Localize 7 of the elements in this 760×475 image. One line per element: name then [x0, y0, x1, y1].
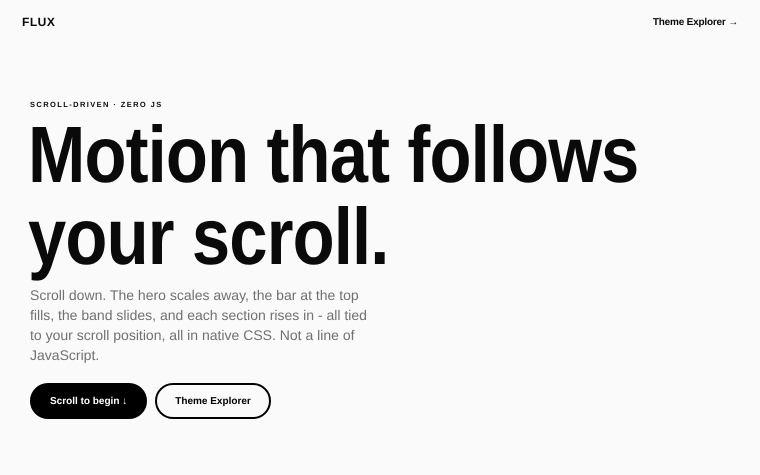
nav-link[interactable]: Theme Explorer →	[652, 16, 738, 28]
description: Scroll down. The hero scales away, the bar at the top fills, the band slides, and each section rises in - all tied to your scroll position, all in native CSS. Not a line of JavaScript.	[30, 286, 368, 365]
scroll-button[interactable]: Scroll to begin ↓	[30, 383, 148, 419]
theme-explorer-button[interactable]: Theme Explorer	[155, 383, 271, 419]
headline: your scroll.	[28, 197, 390, 279]
headline: Motion that follows	[28, 115, 640, 197]
logo[interactable]: FLUX	[22, 15, 56, 29]
